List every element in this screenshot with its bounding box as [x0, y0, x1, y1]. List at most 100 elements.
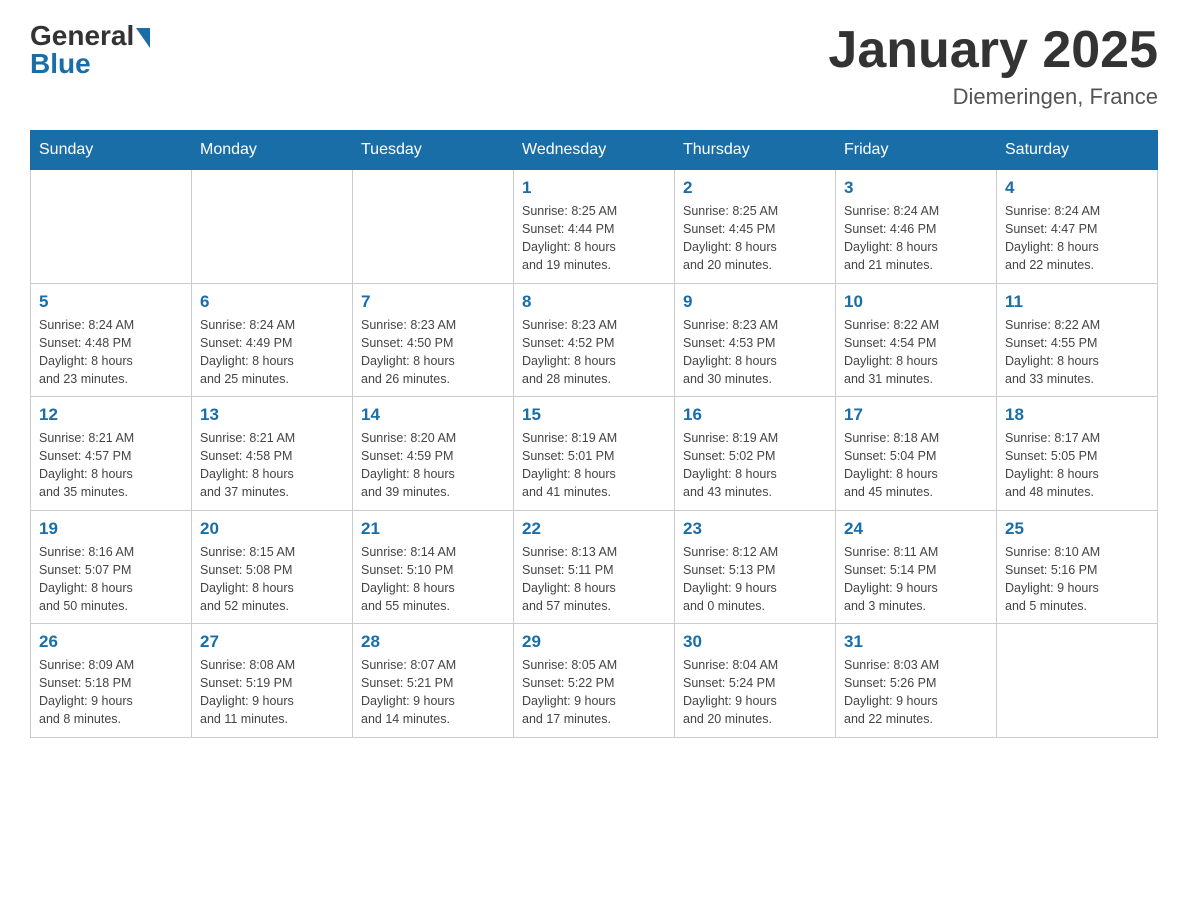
calendar-cell: 12 Sunrise: 8:21 AM Sunset: 4:57 PM Dayli… [31, 397, 192, 511]
calendar-cell: 21 Sunrise: 8:14 AM Sunset: 5:10 PM Dayli… [353, 510, 514, 624]
day-info: Sunrise: 8:22 AM Sunset: 4:55 PM Dayligh… [1005, 316, 1149, 389]
calendar-cell [997, 624, 1158, 738]
day-info: Sunrise: 8:04 AM Sunset: 5:24 PM Dayligh… [683, 656, 827, 729]
day-number: 13 [200, 405, 344, 425]
day-info: Sunrise: 8:10 AM Sunset: 5:16 PM Dayligh… [1005, 543, 1149, 616]
day-info: Sunrise: 8:19 AM Sunset: 5:02 PM Dayligh… [683, 429, 827, 502]
calendar-cell: 15 Sunrise: 8:19 AM Sunset: 5:01 PM Dayli… [514, 397, 675, 511]
day-info: Sunrise: 8:23 AM Sunset: 4:50 PM Dayligh… [361, 316, 505, 389]
day-info: Sunrise: 8:21 AM Sunset: 4:58 PM Dayligh… [200, 429, 344, 502]
day-info: Sunrise: 8:09 AM Sunset: 5:18 PM Dayligh… [39, 656, 183, 729]
day-number: 8 [522, 292, 666, 312]
day-number: 9 [683, 292, 827, 312]
day-info: Sunrise: 8:07 AM Sunset: 5:21 PM Dayligh… [361, 656, 505, 729]
calendar-week-row: 19Sunrise: 8:16 AM Sunset: 5:07 PM Dayli… [31, 510, 1158, 624]
day-info: Sunrise: 8:24 AM Sunset: 4:49 PM Dayligh… [200, 316, 344, 389]
day-number: 19 [39, 519, 183, 539]
calendar-cell: 18Sunrise: 8:17 AM Sunset: 5:05 PM Dayli… [997, 397, 1158, 511]
calendar-cell [192, 170, 353, 284]
logo-arrow-icon [136, 28, 150, 48]
day-info: Sunrise: 8:05 AM Sunset: 5:22 PM Dayligh… [522, 656, 666, 729]
logo: General Blue [30, 20, 150, 80]
calendar-cell: 16 Sunrise: 8:19 AM Sunset: 5:02 PM Dayli… [675, 397, 836, 511]
day-number: 21 [361, 519, 505, 539]
day-number: 11 [1005, 292, 1149, 312]
calendar-cell: 13 Sunrise: 8:21 AM Sunset: 4:58 PM Dayli… [192, 397, 353, 511]
weekday-header-sunday: Sunday [31, 131, 192, 170]
calendar-cell: 26Sunrise: 8:09 AM Sunset: 5:18 PM Dayli… [31, 624, 192, 738]
day-info: Sunrise: 8:12 AM Sunset: 5:13 PM Dayligh… [683, 543, 827, 616]
calendar-cell: 25Sunrise: 8:10 AM Sunset: 5:16 PM Dayli… [997, 510, 1158, 624]
calendar-table: SundayMondayTuesdayWednesdayThursdayFrid… [30, 130, 1158, 738]
day-info: Sunrise: 8:13 AM Sunset: 5:11 PM Dayligh… [522, 543, 666, 616]
day-info: Sunrise: 8:19 AM Sunset: 5:01 PM Dayligh… [522, 429, 666, 502]
calendar-week-row: 12 Sunrise: 8:21 AM Sunset: 4:57 PM Dayli… [31, 397, 1158, 511]
day-number: 24 [844, 519, 988, 539]
calendar-cell: 27 Sunrise: 8:08 AM Sunset: 5:19 PM Dayli… [192, 624, 353, 738]
day-info: Sunrise: 8:23 AM Sunset: 4:52 PM Dayligh… [522, 316, 666, 389]
day-number: 31 [844, 632, 988, 652]
day-info: Sunrise: 8:25 AM Sunset: 4:45 PM Dayligh… [683, 202, 827, 275]
day-number: 4 [1005, 178, 1149, 198]
day-info: Sunrise: 8:14 AM Sunset: 5:10 PM Dayligh… [361, 543, 505, 616]
day-info: Sunrise: 8:24 AM Sunset: 4:48 PM Dayligh… [39, 316, 183, 389]
calendar-cell: 20 Sunrise: 8:15 AM Sunset: 5:08 PM Dayli… [192, 510, 353, 624]
title-section: January 2025 Diemeringen, France [828, 20, 1158, 110]
day-info: Sunrise: 8:08 AM Sunset: 5:19 PM Dayligh… [200, 656, 344, 729]
weekday-header-friday: Friday [836, 131, 997, 170]
calendar-cell [353, 170, 514, 284]
day-number: 23 [683, 519, 827, 539]
calendar-cell: 6Sunrise: 8:24 AM Sunset: 4:49 PM Daylig… [192, 283, 353, 397]
day-info: Sunrise: 8:25 AM Sunset: 4:44 PM Dayligh… [522, 202, 666, 275]
day-info: Sunrise: 8:18 AM Sunset: 5:04 PM Dayligh… [844, 429, 988, 502]
calendar-cell: 31 Sunrise: 8:03 AM Sunset: 5:26 PM Dayli… [836, 624, 997, 738]
day-number: 14 [361, 405, 505, 425]
calendar-cell: 30 Sunrise: 8:04 AM Sunset: 5:24 PM Dayli… [675, 624, 836, 738]
day-info: Sunrise: 8:03 AM Sunset: 5:26 PM Dayligh… [844, 656, 988, 729]
calendar-cell: 8 Sunrise: 8:23 AM Sunset: 4:52 PM Daylig… [514, 283, 675, 397]
day-number: 29 [522, 632, 666, 652]
day-number: 28 [361, 632, 505, 652]
weekday-header-row: SundayMondayTuesdayWednesdayThursdayFrid… [31, 131, 1158, 170]
calendar-cell: 17Sunrise: 8:18 AM Sunset: 5:04 PM Dayli… [836, 397, 997, 511]
day-number: 27 [200, 632, 344, 652]
day-number: 1 [522, 178, 666, 198]
calendar-title: January 2025 [828, 20, 1158, 80]
weekday-header-wednesday: Wednesday [514, 131, 675, 170]
day-info: Sunrise: 8:11 AM Sunset: 5:14 PM Dayligh… [844, 543, 988, 616]
day-number: 2 [683, 178, 827, 198]
weekday-header-tuesday: Tuesday [353, 131, 514, 170]
day-number: 12 [39, 405, 183, 425]
calendar-cell: 4 Sunrise: 8:24 AM Sunset: 4:47 PM Daylig… [997, 170, 1158, 284]
day-number: 16 [683, 405, 827, 425]
calendar-cell: 11 Sunrise: 8:22 AM Sunset: 4:55 PM Dayli… [997, 283, 1158, 397]
day-number: 30 [683, 632, 827, 652]
day-info: Sunrise: 8:22 AM Sunset: 4:54 PM Dayligh… [844, 316, 988, 389]
day-number: 5 [39, 292, 183, 312]
day-info: Sunrise: 8:24 AM Sunset: 4:47 PM Dayligh… [1005, 202, 1149, 275]
day-number: 18 [1005, 405, 1149, 425]
day-number: 15 [522, 405, 666, 425]
weekday-header-monday: Monday [192, 131, 353, 170]
calendar-cell: 14Sunrise: 8:20 AM Sunset: 4:59 PM Dayli… [353, 397, 514, 511]
day-info: Sunrise: 8:24 AM Sunset: 4:46 PM Dayligh… [844, 202, 988, 275]
calendar-cell: 10Sunrise: 8:22 AM Sunset: 4:54 PM Dayli… [836, 283, 997, 397]
day-number: 20 [200, 519, 344, 539]
day-number: 3 [844, 178, 988, 198]
calendar-cell: 3 Sunrise: 8:24 AM Sunset: 4:46 PM Daylig… [836, 170, 997, 284]
calendar-cell: 19Sunrise: 8:16 AM Sunset: 5:07 PM Dayli… [31, 510, 192, 624]
calendar-cell: 23 Sunrise: 8:12 AM Sunset: 5:13 PM Dayli… [675, 510, 836, 624]
calendar-cell: 1 Sunrise: 8:25 AM Sunset: 4:44 PM Daylig… [514, 170, 675, 284]
calendar-cell: 29 Sunrise: 8:05 AM Sunset: 5:22 PM Dayli… [514, 624, 675, 738]
calendar-cell: 24 Sunrise: 8:11 AM Sunset: 5:14 PM Dayli… [836, 510, 997, 624]
day-number: 22 [522, 519, 666, 539]
calendar-cell [31, 170, 192, 284]
logo-blue-text: Blue [30, 48, 150, 80]
day-info: Sunrise: 8:21 AM Sunset: 4:57 PM Dayligh… [39, 429, 183, 502]
calendar-cell: 9 Sunrise: 8:23 AM Sunset: 4:53 PM Daylig… [675, 283, 836, 397]
day-info: Sunrise: 8:23 AM Sunset: 4:53 PM Dayligh… [683, 316, 827, 389]
calendar-week-row: 1 Sunrise: 8:25 AM Sunset: 4:44 PM Daylig… [31, 170, 1158, 284]
page-header: General Blue January 2025 Diemeringen, F… [30, 20, 1158, 110]
calendar-cell: 5 Sunrise: 8:24 AM Sunset: 4:48 PM Daylig… [31, 283, 192, 397]
day-info: Sunrise: 8:15 AM Sunset: 5:08 PM Dayligh… [200, 543, 344, 616]
